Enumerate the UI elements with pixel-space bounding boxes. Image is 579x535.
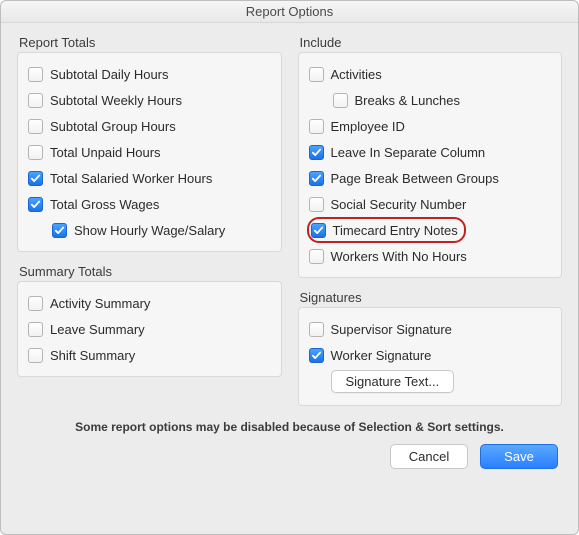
option-row-workers-with-no-hours: Workers With No Hours <box>307 243 554 269</box>
checkbox-leave-summary[interactable] <box>28 322 43 337</box>
dialog-buttons: Cancel Save <box>17 444 562 475</box>
option-row-worker-signature: Worker Signature <box>307 342 554 368</box>
checkbox-label: Activities <box>331 67 382 82</box>
dialog-content: Report Totals Subtotal Daily Hours Subtot… <box>1 23 578 534</box>
signature-text-button-wrap: Signature Text... <box>307 368 554 397</box>
option-row-shift-summary: Shift Summary <box>26 342 273 368</box>
window-title: Report Options <box>1 1 578 23</box>
checkbox-worker-signature[interactable] <box>309 348 324 363</box>
checkbox-label: Timecard Entry Notes <box>333 223 458 238</box>
checkbox-timecard-entry-notes[interactable] <box>311 223 326 238</box>
checkbox-label: Shift Summary <box>50 348 135 363</box>
checkbox-activities[interactable] <box>309 67 324 82</box>
checkbox-label: Total Salaried Worker Hours <box>50 171 212 186</box>
dialog-window: Report Options Report Totals Subtotal Da… <box>0 0 579 535</box>
checkbox-label: Show Hourly Wage/Salary <box>74 223 225 238</box>
checkbox-label: Leave Summary <box>50 322 145 337</box>
checkbox-label: Total Gross Wages <box>50 197 159 212</box>
checkbox-activity-summary[interactable] <box>28 296 43 311</box>
checkbox-label: Employee ID <box>331 119 405 134</box>
checkbox-label: Breaks & Lunches <box>355 93 461 108</box>
option-row-total-salaried-worker-hours: Total Salaried Worker Hours <box>26 165 273 191</box>
option-row-total-gross-wages: Total Gross Wages <box>26 191 273 217</box>
checkbox-label: Leave In Separate Column <box>331 145 486 160</box>
group-title: Report Totals <box>17 35 282 50</box>
option-row-subtotal-group-hours: Subtotal Group Hours <box>26 113 273 139</box>
option-row-show-hourly-wage-salary: Show Hourly Wage/Salary <box>26 217 273 243</box>
checkbox-subtotal-daily-hours[interactable] <box>28 67 43 82</box>
save-button[interactable]: Save <box>480 444 558 469</box>
option-row-leave-in-separate-column: Leave In Separate Column <box>307 139 554 165</box>
group-summary-totals: Summary Totals Activity Summary Leave Sum… <box>17 264 282 377</box>
checkbox-label: Worker Signature <box>331 348 432 363</box>
group-include: Include Activities Breaks & Lunches Employ… <box>298 35 563 278</box>
highlight-ring: Timecard Entry Notes <box>307 217 466 243</box>
checkbox-show-hourly-wage-salary[interactable] <box>52 223 67 238</box>
option-row-social-security-number: Social Security Number <box>307 191 554 217</box>
option-row-subtotal-weekly-hours: Subtotal Weekly Hours <box>26 87 273 113</box>
checkbox-breaks-lunches[interactable] <box>333 93 348 108</box>
option-row-timecard-entry-notes: Timecard Entry Notes <box>307 217 554 243</box>
group-signatures: Signatures Supervisor Signature Worker Si… <box>298 290 563 406</box>
option-row-breaks-lunches: Breaks & Lunches <box>307 87 554 113</box>
checkbox-label: Subtotal Daily Hours <box>50 67 169 82</box>
checkbox-label: Total Unpaid Hours <box>50 145 161 160</box>
checkbox-social-security-number[interactable] <box>309 197 324 212</box>
checkbox-supervisor-signature[interactable] <box>309 322 324 337</box>
group-title: Summary Totals <box>17 264 282 279</box>
option-row-page-break-between-groups: Page Break Between Groups <box>307 165 554 191</box>
checkbox-total-salaried-worker-hours[interactable] <box>28 171 43 186</box>
checkbox-total-unpaid-hours[interactable] <box>28 145 43 160</box>
checkbox-label: Page Break Between Groups <box>331 171 499 186</box>
group-title: Signatures <box>298 290 563 305</box>
checkbox-subtotal-weekly-hours[interactable] <box>28 93 43 108</box>
footer-note: Some report options may be disabled beca… <box>17 420 562 434</box>
checkbox-total-gross-wages[interactable] <box>28 197 43 212</box>
option-row-employee-id: Employee ID <box>307 113 554 139</box>
option-row-activity-summary: Activity Summary <box>26 290 273 316</box>
checkbox-page-break-between-groups[interactable] <box>309 171 324 186</box>
option-row-activities: Activities <box>307 61 554 87</box>
checkbox-label: Subtotal Weekly Hours <box>50 93 182 108</box>
checkbox-subtotal-group-hours[interactable] <box>28 119 43 134</box>
checkbox-label: Social Security Number <box>331 197 467 212</box>
group-report-totals: Report Totals Subtotal Daily Hours Subtot… <box>17 35 282 252</box>
checkbox-label: Workers With No Hours <box>331 249 467 264</box>
option-row-supervisor-signature: Supervisor Signature <box>307 316 554 342</box>
checkbox-workers-with-no-hours[interactable] <box>309 249 324 264</box>
checkbox-leave-in-separate-column[interactable] <box>309 145 324 160</box>
checkbox-label: Supervisor Signature <box>331 322 452 337</box>
checkbox-employee-id[interactable] <box>309 119 324 134</box>
checkbox-shift-summary[interactable] <box>28 348 43 363</box>
cancel-button[interactable]: Cancel <box>390 444 468 469</box>
group-title: Include <box>298 35 563 50</box>
checkbox-label: Subtotal Group Hours <box>50 119 176 134</box>
signature-text-button[interactable]: Signature Text... <box>331 370 455 393</box>
checkbox-label: Activity Summary <box>50 296 150 311</box>
option-row-total-unpaid-hours: Total Unpaid Hours <box>26 139 273 165</box>
option-row-subtotal-daily-hours: Subtotal Daily Hours <box>26 61 273 87</box>
option-row-leave-summary: Leave Summary <box>26 316 273 342</box>
